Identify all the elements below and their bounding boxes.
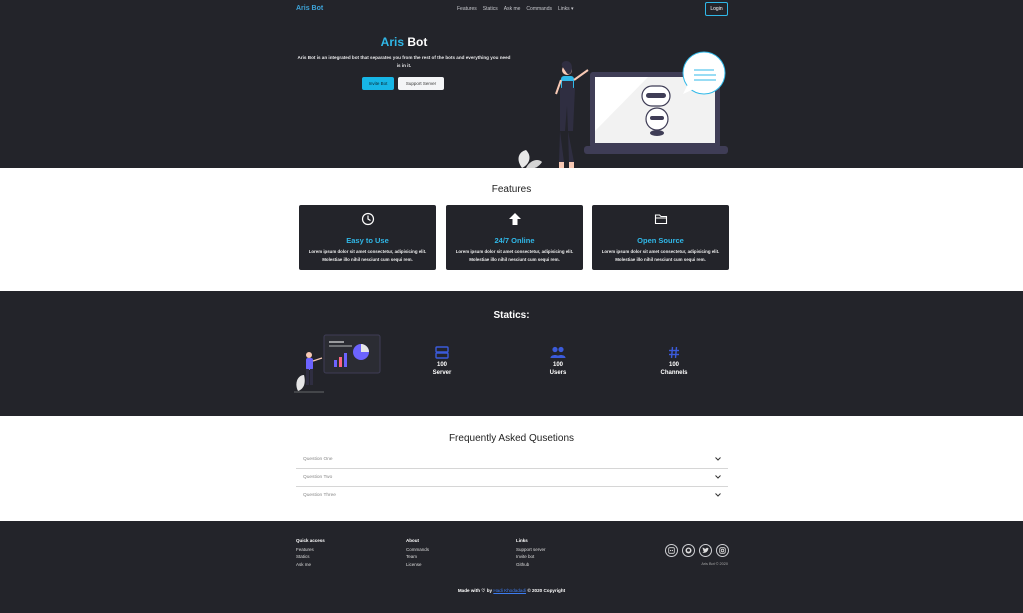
clock-icon	[299, 212, 436, 226]
nav-link-commands[interactable]: Commands	[526, 6, 552, 12]
login-button[interactable]: Login	[705, 2, 728, 16]
nav-link-features[interactable]: Features	[457, 6, 477, 12]
hero-description: Aris Bot is an integrated bot that separ…	[297, 55, 511, 68]
chevron-down-icon	[715, 457, 721, 461]
feature-title: Open Source	[637, 236, 684, 245]
footer-heading: Quick access	[296, 538, 325, 543]
footer-col-quick-access: Quick access Features Statics Ask me	[296, 537, 325, 568]
discord-icon[interactable]	[665, 544, 678, 557]
footer-col-about: About Commands Team License	[406, 537, 429, 568]
statics-title: Statics:	[493, 310, 530, 321]
faq-question-two[interactable]: Question Two	[296, 469, 728, 487]
feature-text: Lorem ipsum dolor sit amet consectetur, …	[601, 249, 720, 262]
stat-label: Server	[432, 370, 452, 376]
github-icon[interactable]	[682, 544, 695, 557]
author-link[interactable]: Hadi Khodadadi	[493, 588, 526, 593]
nav-link-statics[interactable]: Statics	[483, 6, 498, 12]
footer-link-statics[interactable]: Statics	[296, 553, 325, 561]
stat-channels: 100 Channels	[644, 346, 704, 376]
statics-illustration	[294, 334, 381, 393]
navbar: Aris Bot Features Statics Ask me Command…	[0, 0, 1023, 18]
hero-title-rest: Bot	[404, 35, 428, 49]
stat-value: 100	[668, 362, 679, 368]
stat-label: Channels	[660, 370, 688, 376]
feature-card-online: 24/7 Online Lorem ipsum dolor sit amet c…	[446, 205, 583, 270]
footer-link-support-server[interactable]: Support server	[516, 546, 546, 554]
feature-text: Lorem ipsum dolor sit amet consectetur, …	[308, 249, 427, 262]
footer-link-ask-me[interactable]: Ask me	[296, 561, 325, 569]
footer: Quick access Features Statics Ask me Abo…	[0, 521, 1023, 613]
hero-section: Aris Bot Aris Bot is an integrated bot t…	[0, 18, 1023, 170]
faq-question-text: Question Three	[303, 493, 336, 498]
feature-title: 24/7 Online	[494, 236, 535, 245]
faq-question-one[interactable]: Question One	[296, 451, 728, 469]
hero-title: Aris Bot	[296, 35, 512, 49]
nav-link-ask-me[interactable]: Ask me	[504, 6, 521, 12]
footer-link-team[interactable]: Team	[406, 553, 429, 561]
footer-link-invite-bot[interactable]: Invite bot	[516, 553, 546, 561]
support-server-button[interactable]: Support Server	[398, 77, 444, 90]
footer-heading: About	[406, 538, 419, 543]
features-section: Features Easy to Use Lorem ipsum dolor s…	[0, 168, 1023, 291]
footer-link-features[interactable]: Features	[296, 546, 325, 554]
features-title: Features	[491, 184, 532, 195]
stat-users: 100 Users	[528, 346, 588, 376]
chevron-down-icon	[715, 475, 721, 479]
made-with-line: Made with ♡ by Hadi Khodadadi © 2020 Cop…	[0, 588, 1023, 594]
hero-illustration	[516, 51, 728, 170]
feature-text: Lorem ipsum dolor sit amet consectetur, …	[455, 249, 574, 262]
folder-icon	[592, 212, 729, 226]
feature-card-open-source: Open Source Lorem ipsum dolor sit amet c…	[592, 205, 729, 270]
statics-section: Statics: 100 Server 100 Users 100 Channe…	[0, 291, 1023, 416]
footer-link-commands[interactable]: Commands	[406, 546, 429, 554]
footer-link-license[interactable]: License	[406, 561, 429, 569]
faq-title: Frequently Asked Qusetions	[448, 433, 575, 444]
stat-value: 100	[436, 362, 447, 368]
feature-title: Easy to Use	[346, 236, 389, 245]
stat-label: Users	[549, 370, 567, 376]
hero-title-accent: Aris	[380, 35, 404, 49]
faq-question-text: Question Two	[303, 475, 333, 480]
made-prefix: Made with ♡ by	[457, 588, 494, 593]
stat-value: 100	[552, 362, 563, 368]
brand-logo[interactable]: Aris Bot	[296, 5, 323, 12]
twitter-icon[interactable]	[699, 544, 712, 557]
footer-copyright: Aris Bot © 2020	[701, 562, 728, 566]
made-suffix: © 2020 Copyright	[526, 588, 566, 593]
faq-section: Frequently Asked Qusetions Question One …	[0, 416, 1023, 521]
footer-heading: Links	[516, 538, 528, 543]
instagram-icon[interactable]	[716, 544, 729, 557]
nav-link-links-dropdown[interactable]: Links ▾	[558, 6, 574, 12]
server-icon	[412, 346, 472, 360]
chevron-down-icon	[715, 493, 721, 497]
faq-question-text: Question One	[303, 457, 333, 462]
hashtag-icon	[644, 346, 704, 360]
users-icon	[528, 346, 588, 360]
faq-question-three[interactable]: Question Three	[296, 487, 728, 505]
invite-bot-button[interactable]: Invite Bot	[362, 77, 394, 90]
stat-servers: 100 Server	[412, 346, 472, 376]
footer-link-github[interactable]: Github	[516, 561, 546, 569]
upload-arrow-icon	[446, 212, 583, 226]
feature-card-easy-to-use: Easy to Use Lorem ipsum dolor sit amet c…	[299, 205, 436, 270]
footer-col-links: Links Support server Invite bot Github	[516, 537, 546, 568]
nav-links: Features Statics Ask me Commands Links ▾	[457, 6, 574, 12]
social-links	[665, 544, 729, 557]
